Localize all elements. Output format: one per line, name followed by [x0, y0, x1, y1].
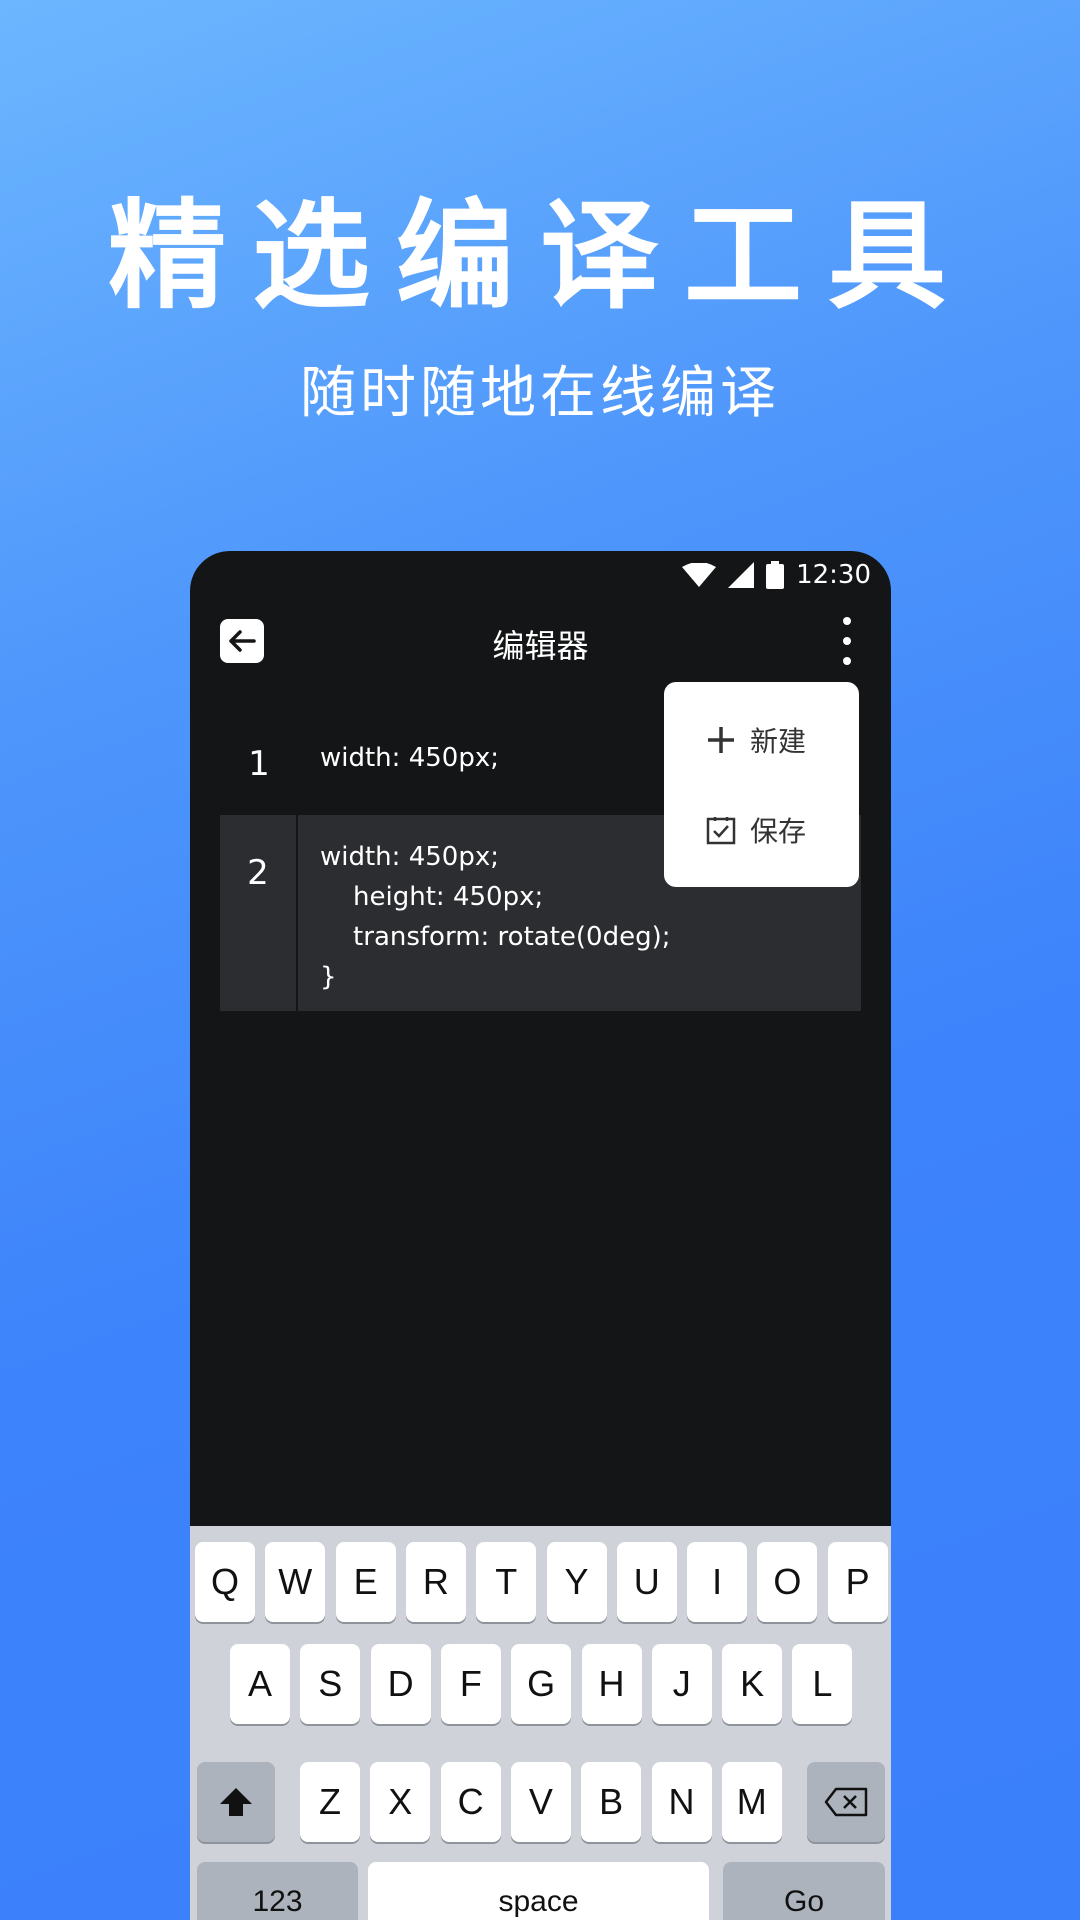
key-letter[interactable]: T: [476, 1542, 537, 1622]
key-letter[interactable]: A: [230, 1644, 290, 1724]
more-options-button[interactable]: [841, 617, 853, 665]
line-code[interactable]: width: 450px;: [320, 706, 499, 778]
line-code[interactable]: width: 450px; height: 450px; transform: …: [320, 815, 670, 997]
checkbox-icon: [706, 817, 736, 845]
key-letter[interactable]: K: [722, 1644, 783, 1724]
key-letter[interactable]: E: [335, 1542, 396, 1622]
key-letter[interactable]: R: [405, 1542, 466, 1622]
status-time: 12:30: [796, 560, 871, 590]
menu-item-save[interactable]: 保存: [664, 790, 859, 870]
key-letter[interactable]: J: [651, 1644, 712, 1724]
key-letter[interactable]: B: [581, 1762, 642, 1842]
signal-icon: [728, 562, 755, 588]
keyboard: QWERTYUIOP ASDFGHJKL ZXCVBNM 123 space G…: [190, 1526, 891, 1920]
line-number: 2: [220, 815, 298, 1011]
more-vert-dot: [843, 657, 851, 665]
menu-item-label: 保存: [750, 815, 807, 848]
key-letter[interactable]: F: [440, 1644, 501, 1724]
backspace-icon: [824, 1787, 868, 1817]
key-letter[interactable]: P: [827, 1542, 888, 1622]
key-letter[interactable]: L: [792, 1644, 853, 1724]
go-key[interactable]: Go: [723, 1862, 885, 1920]
menu-item-label: 新建: [750, 725, 807, 758]
key-letter[interactable]: G: [511, 1644, 572, 1724]
shift-key[interactable]: [197, 1762, 275, 1842]
shift-arrow-icon: [220, 1788, 252, 1816]
more-vert-dot: [843, 637, 851, 645]
menu-item-new[interactable]: 新建: [664, 700, 859, 780]
backspace-key[interactable]: [807, 1762, 885, 1842]
key-letter[interactable]: I: [687, 1542, 748, 1622]
phone-frame: 12:30 编辑器 1 width: 450px; 2 width: 450px…: [190, 551, 891, 1920]
more-vert-icon: [843, 617, 851, 625]
app-bar: 编辑器: [190, 599, 891, 683]
key-letter[interactable]: Q: [195, 1542, 255, 1622]
battery-icon: [766, 561, 785, 589]
key-letter[interactable]: N: [651, 1762, 712, 1842]
subheadline: 随时随地在线编译: [300, 361, 780, 426]
plus-icon: [708, 727, 734, 753]
key-letter[interactable]: D: [370, 1644, 431, 1724]
key-letter[interactable]: V: [510, 1762, 571, 1842]
key-letter[interactable]: S: [300, 1644, 361, 1724]
numbers-key[interactable]: 123: [197, 1862, 358, 1920]
key-letter[interactable]: H: [581, 1644, 642, 1724]
options-menu: 新建 保存: [664, 682, 859, 887]
key-letter[interactable]: W: [265, 1542, 326, 1622]
line-number: 1: [248, 744, 270, 784]
wifi-icon: [682, 563, 717, 587]
key-letter[interactable]: X: [370, 1762, 431, 1842]
key-letter[interactable]: Z: [300, 1762, 360, 1842]
space-key[interactable]: space: [368, 1862, 709, 1920]
status-bar: 12:30: [190, 551, 891, 599]
headline: 精选编译工具: [107, 187, 972, 325]
app-title: 编辑器: [492, 627, 589, 665]
key-letter[interactable]: C: [440, 1762, 501, 1842]
key-letter[interactable]: O: [757, 1542, 818, 1622]
key-letter[interactable]: Y: [546, 1542, 607, 1622]
key-letter[interactable]: M: [721, 1762, 782, 1842]
key-letter[interactable]: U: [616, 1542, 677, 1622]
